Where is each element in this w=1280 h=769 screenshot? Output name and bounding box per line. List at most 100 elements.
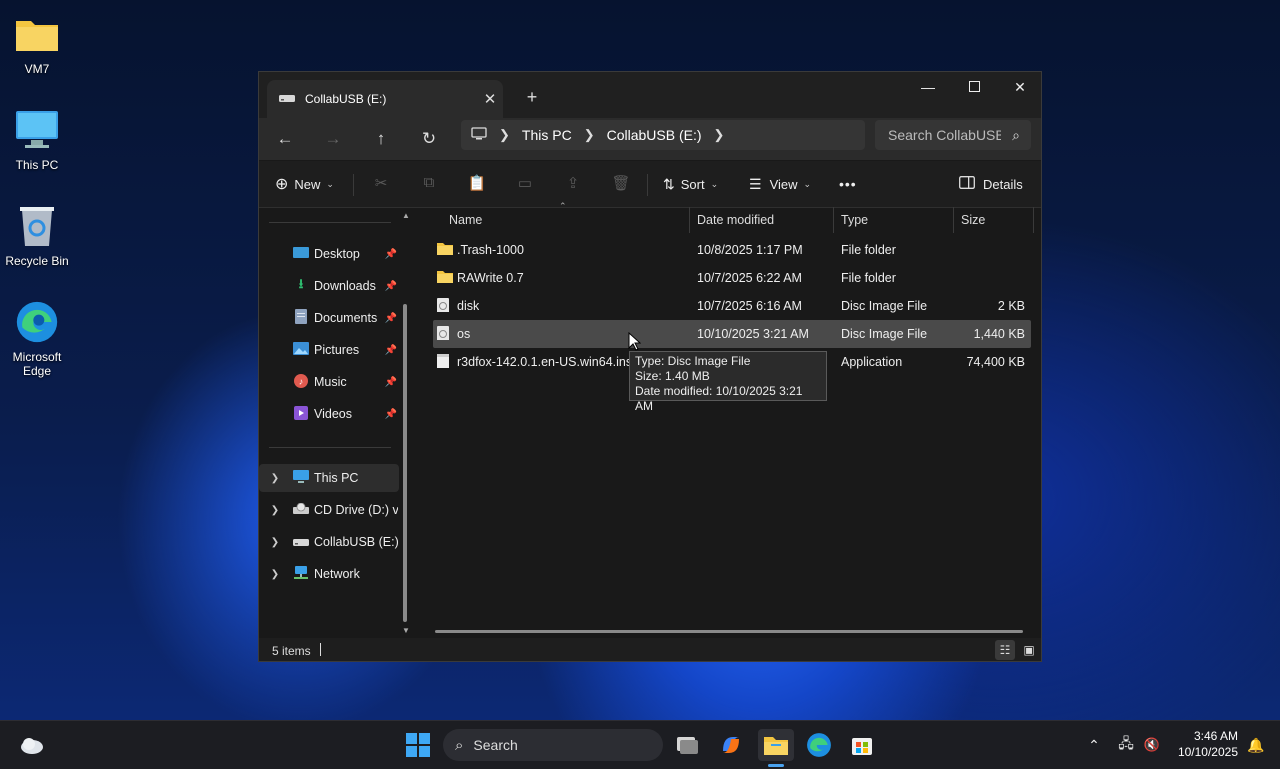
file-row-rawrite[interactable]: RAWrite 0.7 10/7/2025 6:22 AM File folde… [433,264,1031,292]
chevron-up-icon[interactable]: ⌃ [1078,729,1110,761]
sidebar-item-pictures[interactable]: Pictures 📌 [259,336,399,364]
sort-button[interactable]: ⇅ Sort ⌄ [663,169,718,199]
sidebar-item-collabusb[interactable]: ❯ CollabUSB (E:) [259,528,399,556]
file-type: Disc Image File [841,327,928,341]
file-explorer-taskbar-icon[interactable] [758,729,794,761]
scroll-down-icon[interactable]: ▼ [401,626,411,635]
chevron-right-icon[interactable]: ❯ [269,505,281,516]
sidebar-item-cd-drive[interactable]: ❯ CD Drive (D:) virtio-win-0.1.271 [259,496,399,524]
minimize-button[interactable]: — [905,72,951,102]
scrollbar-thumb[interactable] [403,304,407,622]
file-row-os[interactable]: os 10/10/2025 3:21 AM Disc Image File 1,… [433,320,1031,348]
navigation-pane: Desktop 📌 ⭳ Downloads 📌 Documents 📌 Pict… [259,207,411,637]
search-icon: ⌕ [1012,126,1020,143]
tooltip-date: Date modified: 10/10/2025 3:21 AM [635,384,803,413]
scroll-up-icon[interactable]: ▲ [401,211,411,220]
breadcrumb-this-pc[interactable]: This PC [522,127,572,143]
weather-widget-icon[interactable] [16,729,48,761]
column-divider[interactable] [953,207,954,233]
more-icon: ••• [839,176,857,192]
edge-taskbar-icon[interactable] [803,729,835,761]
details-view-icon[interactable]: ☷ [995,640,1015,660]
desktop-icon-vm7[interactable]: VM7 [4,12,70,76]
close-tab-icon[interactable]: ✕ [477,90,503,108]
copilot-icon[interactable] [715,729,747,761]
refresh-button[interactable]: ↻ [411,124,447,154]
system-clock[interactable]: 3:46 AM 10/10/2025 [1168,728,1238,760]
desktop-icon-recycle-bin[interactable]: Recycle Bin [4,204,70,268]
start-button[interactable] [402,729,434,761]
new-tab-button[interactable]: + [519,84,545,110]
volume-muted-icon[interactable]: 🔇 [1136,729,1168,761]
pictures-icon [291,342,311,358]
sidebar-scrollbar[interactable]: ▲ ▼ [401,211,411,636]
column-divider[interactable] [689,207,690,233]
desktop-icon [291,246,311,262]
sidebar-item-network[interactable]: ❯ Network [259,560,399,588]
copy-icon[interactable]: ⧉ [419,174,439,194]
application-icon [437,354,453,368]
tiles-view-icon[interactable]: ▣ [1019,640,1039,660]
share-icon[interactable]: ⇪ [563,174,583,194]
column-divider[interactable] [1033,207,1034,233]
tab-collabusb[interactable]: CollabUSB (E:) ✕ [267,80,503,118]
pin-icon: 📌 [384,312,397,324]
column-header-type[interactable]: Type [841,207,868,233]
sidebar-item-music[interactable]: ♪ Music 📌 [259,368,399,396]
task-view-icon[interactable] [671,729,703,761]
view-button[interactable]: ☰ View ⌄ [749,169,811,199]
folder-icon [437,270,453,284]
sidebar-item-label: Downloads [314,279,376,293]
horizontal-scrollbar[interactable] [435,630,1023,633]
rename-icon[interactable]: ▭ [515,174,535,194]
file-name: RAWrite 0.7 [457,271,524,285]
paste-icon[interactable]: 📋 [467,174,487,194]
desktop-icon-this-pc[interactable]: This PC [4,108,70,172]
file-type: Disc Image File [841,299,928,313]
maximize-button[interactable] [951,72,997,102]
up-button[interactable]: ↑ [363,124,399,154]
sidebar-item-downloads[interactable]: ⭳ Downloads 📌 [259,272,399,300]
usb-drive-icon [279,92,295,106]
taskbar-search[interactable]: ⌕ Search [443,729,663,761]
sidebar-item-this-pc[interactable]: ❯ This PC [259,464,399,492]
file-date: 10/7/2025 6:22 AM [697,271,802,285]
more-options-button[interactable]: ••• [839,169,857,199]
back-button[interactable]: ← [267,124,303,154]
folder-icon [437,242,453,256]
delete-icon[interactable]: 🗑 [611,174,631,194]
desktop-icon-edge[interactable]: Microsoft Edge [4,300,70,378]
column-header-size[interactable]: Size [961,207,985,233]
column-divider[interactable] [833,207,834,233]
chevron-right-icon[interactable]: ❯ [714,127,725,143]
close-window-button[interactable]: ✕ [997,72,1041,102]
chevron-right-icon[interactable]: ❯ [269,569,281,580]
chevron-right-icon[interactable]: ❯ [269,537,281,548]
new-button[interactable]: ⊕ New ⌄ [275,169,334,199]
sidebar-item-documents[interactable]: Documents 📌 [259,304,399,332]
active-app-indicator [768,764,784,767]
plus-circle-icon: ⊕ [275,176,289,193]
search-input[interactable]: Search CollabUSB (E:) [888,127,1001,143]
breadcrumb-collabusb[interactable]: CollabUSB (E:) [607,127,702,143]
file-name: os [457,327,471,341]
forward-button[interactable]: → [315,124,351,154]
details-button[interactable]: Details [959,169,1023,199]
search-box[interactable]: Search CollabUSB (E:) ⌕ [875,120,1031,150]
taskbar: ⌕ Search ⌃ 🖧 🔇 3:46 AM 10/10/2025 🔔 [0,720,1280,769]
sidebar-item-desktop[interactable]: Desktop 📌 [259,240,399,268]
sidebar-item-videos[interactable]: Videos 📌 [259,400,399,428]
cut-icon[interactable]: ✂ [371,174,391,194]
address-bar[interactable]: ❯ This PC ❯ CollabUSB (E:) ❯ [461,120,865,150]
column-header-name[interactable]: Name [449,207,482,233]
file-row-trash[interactable]: .Trash-1000 10/8/2025 1:17 PM File folde… [433,236,1031,264]
file-list: ⌃ Name Date modified Type Size .Trash-10… [419,201,1039,637]
tab-title: CollabUSB (E:) [305,92,387,106]
notification-icon[interactable]: 🔔 [1240,729,1272,761]
column-header-date[interactable]: Date modified [697,207,774,233]
desktop-icon-label: This PC [15,158,59,172]
chevron-right-icon[interactable]: ❯ [269,473,281,484]
file-name: disk [457,299,480,313]
file-row-disk[interactable]: disk 10/7/2025 6:16 AM Disc Image File 2… [433,292,1031,320]
store-icon[interactable] [846,729,878,761]
